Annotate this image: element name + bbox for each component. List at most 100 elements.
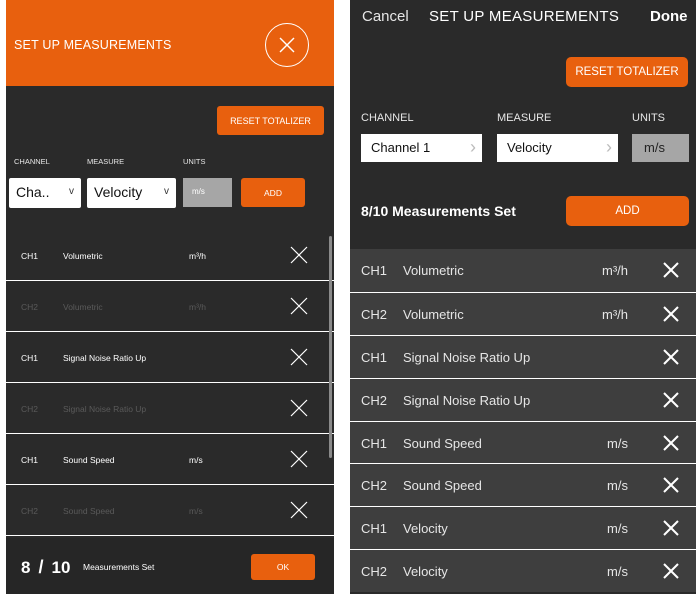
measure-select[interactable]: Velocity › <box>497 134 618 162</box>
cancel-button[interactable]: Cancel <box>362 8 409 25</box>
unit-cell: m/s <box>607 564 628 580</box>
list-item: CH2 Signal Noise Ratio Up <box>6 383 334 434</box>
x-icon[interactable] <box>663 434 679 451</box>
list-item: CH2 Volumetric m³/h <box>6 281 334 332</box>
channel-cell: CH1 <box>361 435 388 451</box>
measure-label: MEASURE <box>87 157 125 166</box>
channel-cell: CH1 <box>21 353 39 363</box>
close-button[interactable] <box>265 23 309 67</box>
measure-cell: Signal Noise Ratio Up <box>403 349 531 365</box>
count-separator: / <box>38 557 44 577</box>
channel-cell: CH1 <box>21 455 39 465</box>
x-icon[interactable] <box>663 306 679 322</box>
done-button[interactable]: Done <box>650 8 688 25</box>
left-screen: SET UP MEASUREMENTS RESET TOTALIZER CHAN… <box>6 0 334 594</box>
chevron-down-icon: v <box>164 186 169 197</box>
list-item: CH1 Volumetric m³/h <box>6 230 334 281</box>
chevron-down-icon: v <box>69 186 74 197</box>
x-icon[interactable] <box>290 246 308 264</box>
channel-cell: CH2 <box>361 392 388 408</box>
list-item: CH1 Signal Noise Ratio Up <box>350 334 696 378</box>
x-icon[interactable] <box>290 399 308 417</box>
unit-cell: m³/h <box>189 302 206 312</box>
reset-totalizer-button[interactable]: RESET TOTALIZER <box>566 57 688 87</box>
list-item: CH1 Signal Noise Ratio Up <box>6 332 334 383</box>
reset-totalizer-button[interactable]: RESET TOTALIZER <box>217 106 324 135</box>
unit-cell: m/s <box>607 521 628 537</box>
channel-label: CHANNEL <box>14 157 50 166</box>
unit-cell: m/s <box>607 478 628 494</box>
measure-cell: Signal Noise Ratio Up <box>63 353 147 363</box>
channel-select-value: Channel 1 <box>371 140 431 155</box>
measure-cell: Sound Speed <box>403 478 482 494</box>
unit-cell: m³/h <box>602 263 628 278</box>
measure-cell: Volumetric <box>63 251 103 261</box>
measure-select-value: Velocity <box>507 140 552 155</box>
add-button[interactable]: ADD <box>566 196 689 226</box>
channel-select[interactable]: Channel 1 › <box>361 134 482 162</box>
measure-cell: Sound Speed <box>63 455 115 465</box>
measure-select[interactable]: Velocity v <box>87 178 176 208</box>
units-value: m/s <box>644 140 665 155</box>
x-icon[interactable] <box>290 297 308 315</box>
unit-cell: m/s <box>189 455 203 465</box>
x-icon[interactable] <box>663 563 679 579</box>
channel-cell: CH1 <box>361 349 388 365</box>
list-item: CH2 Volumetric m³/h <box>350 291 696 335</box>
unit-cell: m/s <box>607 435 628 451</box>
measure-select-value: Velocity <box>94 184 143 200</box>
measurement-count: 8/10 Measurements Set <box>361 203 516 219</box>
scrollbar[interactable] <box>329 236 332 458</box>
channel-cell: CH1 <box>21 251 39 261</box>
list-item: CH1 Sound Speed m/s <box>6 434 334 485</box>
channel-cell: CH2 <box>361 478 388 494</box>
list-item: CH2 Sound Speed m/s <box>6 485 334 536</box>
x-icon[interactable] <box>663 349 679 365</box>
x-icon[interactable] <box>290 501 308 519</box>
right-screen: Cancel SET UP MEASUREMENTS Done RESET TO… <box>350 0 696 594</box>
list-item: CH1 Velocity m/s <box>350 506 696 550</box>
unit-cell: m/s <box>189 506 203 516</box>
measure-cell: Velocity <box>403 564 448 580</box>
list-item: CH2 Velocity m/s <box>350 549 696 593</box>
measure-cell: Sound Speed <box>63 506 115 516</box>
list-item: CH2 Signal Noise Ratio Up <box>350 377 696 421</box>
footer-bar: 8 / 10 Measurements Set OK <box>6 538 334 594</box>
ok-button[interactable]: OK <box>251 554 315 580</box>
measurements-set-label: Measurements Set <box>83 562 155 572</box>
measurement-count: 8 / 10 <box>21 557 70 578</box>
list-item: CH1 Sound Speed m/s <box>350 420 696 464</box>
page-title: SET UP MEASUREMENTS <box>14 38 172 52</box>
add-button[interactable]: ADD <box>241 178 305 207</box>
channel-cell: CH2 <box>361 564 388 580</box>
channel-cell: CH2 <box>21 302 39 312</box>
measure-cell: Velocity <box>403 521 448 537</box>
x-icon[interactable] <box>663 391 679 408</box>
list-item: CH1 Volumetric m³/h <box>350 249 696 292</box>
x-icon[interactable] <box>663 262 679 278</box>
measurement-list: CH1 Volumetric m³/h CH2 Volumetric m³/h … <box>350 249 696 593</box>
measure-cell: Volumetric <box>63 302 103 312</box>
chevron-right-icon: › <box>606 137 612 157</box>
x-icon[interactable] <box>663 477 679 494</box>
chevron-right-icon: › <box>470 137 476 157</box>
measure-cell: Sound Speed <box>403 435 482 451</box>
channel-cell: CH2 <box>361 306 388 322</box>
units-label: UNITS <box>183 157 206 166</box>
units-label: UNITS <box>632 112 665 124</box>
unit-cell: m³/h <box>189 251 206 261</box>
channel-select-value: Cha.. <box>16 184 50 200</box>
measure-cell: Signal Noise Ratio Up <box>403 392 531 408</box>
units-value: m/s <box>192 187 205 196</box>
units-field: m/s <box>632 134 689 162</box>
close-icon <box>279 37 295 53</box>
measure-cell: Signal Noise Ratio Up <box>63 404 147 414</box>
x-icon[interactable] <box>663 520 679 537</box>
measure-cell: Volumetric <box>403 263 464 278</box>
measure-label: MEASURE <box>497 112 552 124</box>
x-icon[interactable] <box>290 348 308 366</box>
channel-select[interactable]: Cha.. v <box>9 178 81 208</box>
count-value: 8 <box>21 558 31 577</box>
x-icon[interactable] <box>290 450 308 468</box>
measure-cell: Volumetric <box>403 306 464 322</box>
